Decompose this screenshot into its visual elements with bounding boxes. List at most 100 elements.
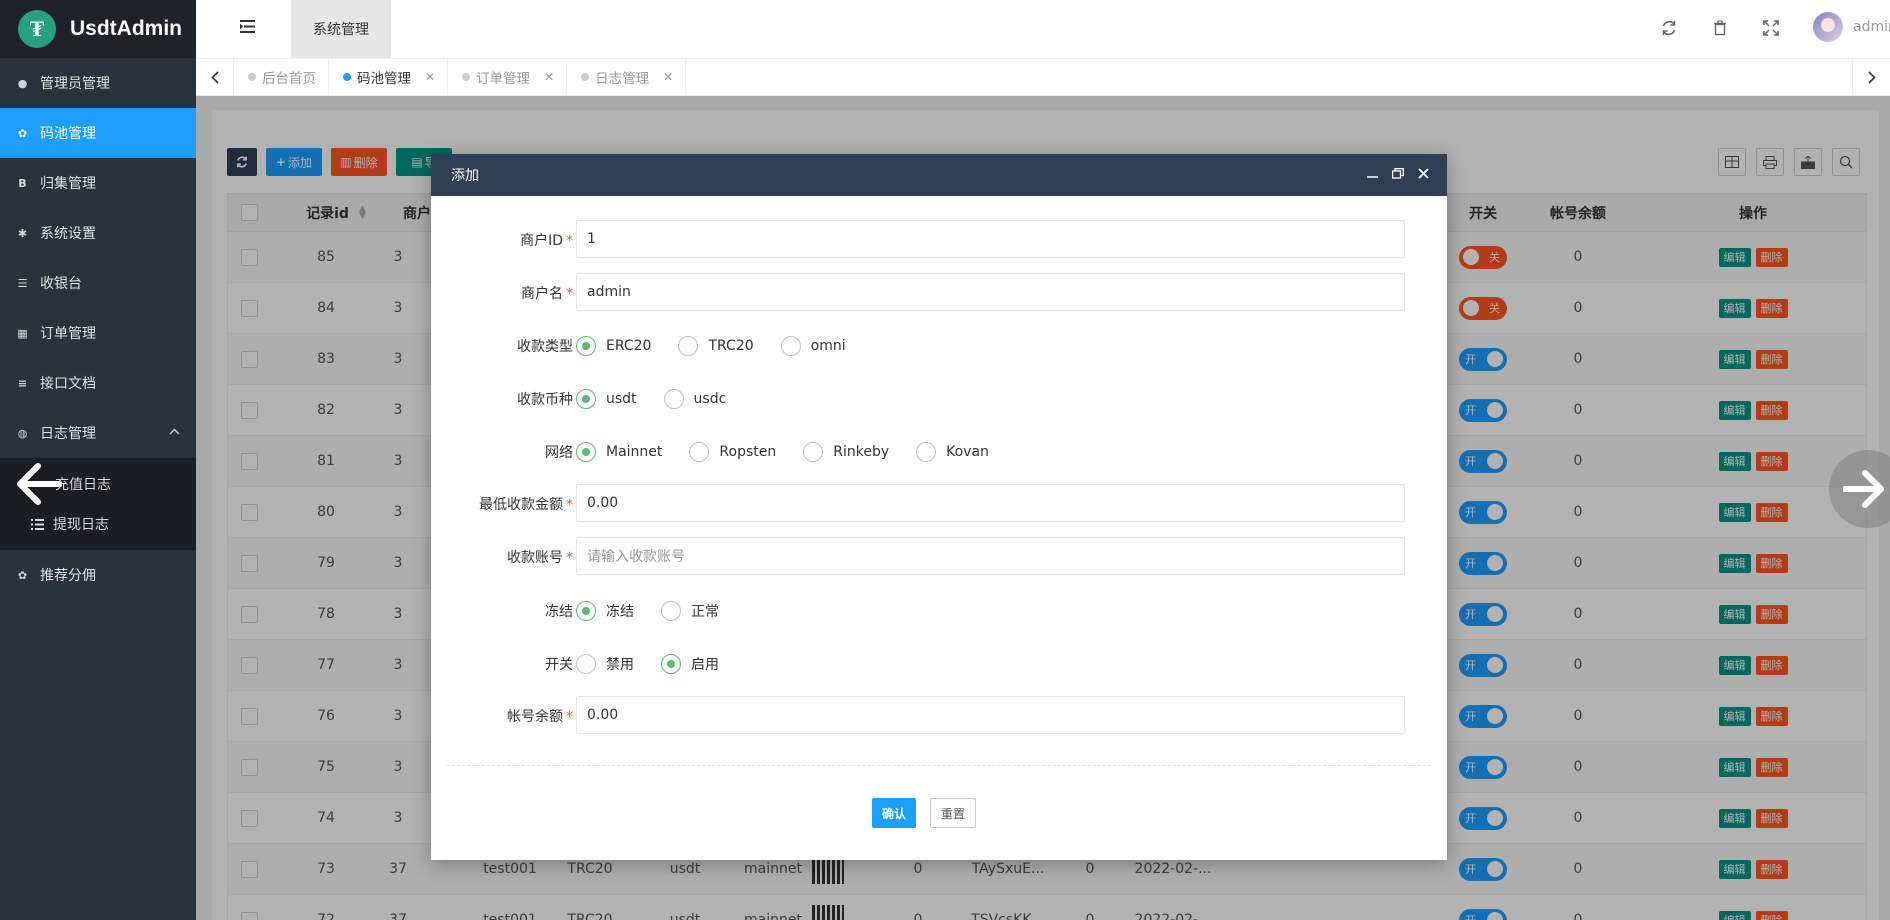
avatar[interactable] [1813, 12, 1843, 42]
list-icon [31, 518, 44, 530]
radio-label: Rinkeby [833, 444, 890, 460]
radio-option[interactable]: Mainnet [576, 442, 662, 462]
balance-label-text: 帐号余额 [507, 709, 563, 725]
top-header: 系统管理 admin [196, 0, 1890, 58]
merchant-name-label-text: 商户名 [521, 286, 563, 302]
radio-option[interactable]: 禁用 [576, 654, 634, 674]
chevron-up-icon[interactable] [169, 428, 180, 435]
radio-circle-icon [663, 389, 684, 409]
merchant-name-input[interactable]: admin [576, 273, 1405, 311]
sidebar-item-label: 接口文档 [40, 376, 96, 392]
radio-option[interactable]: Rinkeby [803, 442, 889, 462]
sidebar-item-label: 系统设置 [40, 226, 96, 242]
sidebar: ₮ UsdtAdmin ● 管理员管理 ✿ 码池管理 B 归集管理 ✱ 系统设置 ☰ 收银台 ▦ 订单… [0, 0, 196, 920]
sidebar-item-withdraw-log[interactable]: 提现日志 [0, 504, 196, 544]
currency-radio-group: usdt usdc [576, 387, 753, 411]
radio-label: omni [810, 338, 846, 354]
refresh-icon[interactable] [1661, 20, 1677, 36]
network-label: 网络 [545, 445, 573, 461]
radio-option[interactable]: Ropsten [689, 442, 776, 462]
radio-label: usdc [693, 391, 727, 407]
page-tabs-bar: 后台首页 码池管理 ✕ 订单管理 ✕ 日志管理 ✕ [196, 58, 1890, 96]
close-icon[interactable]: ✕ [663, 70, 673, 84]
globe-icon: ◍ [17, 426, 28, 440]
sidebar-item-7[interactable]: ◍ 日志管理 [0, 408, 196, 458]
radio-option[interactable]: usdt [576, 389, 637, 409]
sidebar-item-label: 收银台 [40, 276, 82, 292]
list-icon: ☰ [17, 276, 28, 290]
radio-label: 禁用 [606, 657, 634, 673]
min-amount-input[interactable]: 0.00 [576, 484, 1405, 522]
header-tab-system[interactable]: 系统管理 [291, 0, 391, 58]
network-radio-group: Mainnet Ropsten Rinkeby Kovan [576, 440, 1016, 464]
radio-option[interactable]: Kovan [916, 442, 989, 462]
sidebar-item-1[interactable]: ✿ 码池管理 [0, 108, 196, 158]
sidebar-item-2[interactable]: B 归集管理 [0, 158, 196, 208]
radio-label: Ropsten [719, 444, 777, 460]
radio-option[interactable]: 冻结 [576, 601, 634, 621]
logo[interactable]: ₮ UsdtAdmin [0, 0, 196, 58]
radio-circle-icon [661, 654, 681, 674]
tabs-scroll-left-icon[interactable] [196, 58, 234, 96]
user-icon: ● [17, 76, 28, 90]
radio-option[interactable]: 启用 [661, 654, 719, 674]
sidebar-item-referral[interactable]: ✿ 推荐分佣 [0, 550, 196, 600]
radio-option[interactable]: TRC20 [678, 336, 754, 356]
dialog-divider [447, 765, 1431, 766]
sidebar-item-label: 归集管理 [40, 176, 96, 192]
frozen-radio-group: 冻结 正常 [576, 599, 746, 623]
pay-type-radio-group: ERC20 TRC20 omni [576, 334, 873, 358]
radio-label: 正常 [691, 604, 719, 620]
sidebar-item-5[interactable]: ▦ 订单管理 [0, 308, 196, 358]
menu-toggle-icon[interactable] [240, 20, 255, 33]
radio-option[interactable]: usdc [663, 389, 727, 409]
confirm-button[interactable]: 确认 [872, 798, 916, 828]
fullscreen-icon[interactable] [1763, 20, 1779, 36]
app-name: UsdtAdmin [70, 17, 182, 40]
sidebar-item-3[interactable]: ✱ 系统设置 [0, 208, 196, 258]
sidebar-item-4[interactable]: ☰ 收银台 [0, 258, 196, 308]
radio-circle-icon [916, 442, 937, 462]
puzzle-icon: ✿ [17, 126, 28, 140]
page-tab-0[interactable]: 后台首页 [234, 58, 329, 96]
sidebar-item-6[interactable]: ≡ 接口文档 [0, 358, 196, 408]
radio-circle-icon [689, 442, 710, 462]
trash-icon[interactable] [1712, 20, 1728, 36]
tabs-scroll-right-icon[interactable] [1852, 58, 1890, 96]
dialog-header[interactable]: 添加 [431, 154, 1447, 196]
minimize-icon[interactable] [1367, 168, 1378, 179]
add-dialog: 添加 商户ID * 1 商户名 * admin 收款类型 ERC20 TRC20 omn… [431, 154, 1447, 860]
merchant-id-input[interactable]: 1 [576, 220, 1405, 258]
radio-label: TRC20 [708, 338, 754, 354]
balance-input[interactable]: 0.00 [576, 696, 1405, 734]
merchant-id-label-text: 商户ID [520, 233, 563, 249]
radio-option[interactable]: omni [780, 336, 846, 356]
radio-option[interactable]: 正常 [661, 601, 719, 621]
balance-label: 帐号余额 * [431, 706, 573, 726]
tab-status-dot [343, 73, 351, 81]
radio-circle-icon [576, 442, 596, 462]
bitcoin-icon: B [18, 176, 27, 190]
page-tab-3[interactable]: 日志管理 ✕ [567, 58, 687, 96]
back-arrow-icon[interactable] [16, 462, 62, 506]
account-input[interactable]: 请输入收款账号 [576, 537, 1405, 575]
merchant-id-label: 商户ID * [431, 230, 573, 250]
page-tab-2[interactable]: 订单管理 ✕ [448, 58, 568, 96]
close-icon[interactable]: ✕ [425, 70, 435, 84]
maximize-icon[interactable] [1392, 168, 1404, 179]
switch-label: 开关 [545, 657, 573, 673]
page-tab-1[interactable]: 码池管理 ✕ [329, 58, 449, 96]
reset-button[interactable]: 重置 [930, 798, 976, 828]
radio-circle-icon [661, 601, 681, 621]
currency-label: 收款币种 [517, 392, 573, 408]
sidebar-item-0[interactable]: ● 管理员管理 [0, 58, 196, 108]
radio-label: Mainnet [606, 444, 663, 460]
page-tab-label: 码池管理 [357, 71, 411, 87]
tab-status-dot [462, 73, 471, 81]
close-icon[interactable] [1418, 168, 1429, 179]
page-tab-label: 后台首页 [262, 71, 316, 87]
account-label-text: 收款账号 [507, 550, 563, 566]
close-icon[interactable]: ✕ [544, 70, 554, 84]
user-name[interactable]: admin [1853, 19, 1890, 35]
radio-option[interactable]: ERC20 [576, 336, 651, 356]
